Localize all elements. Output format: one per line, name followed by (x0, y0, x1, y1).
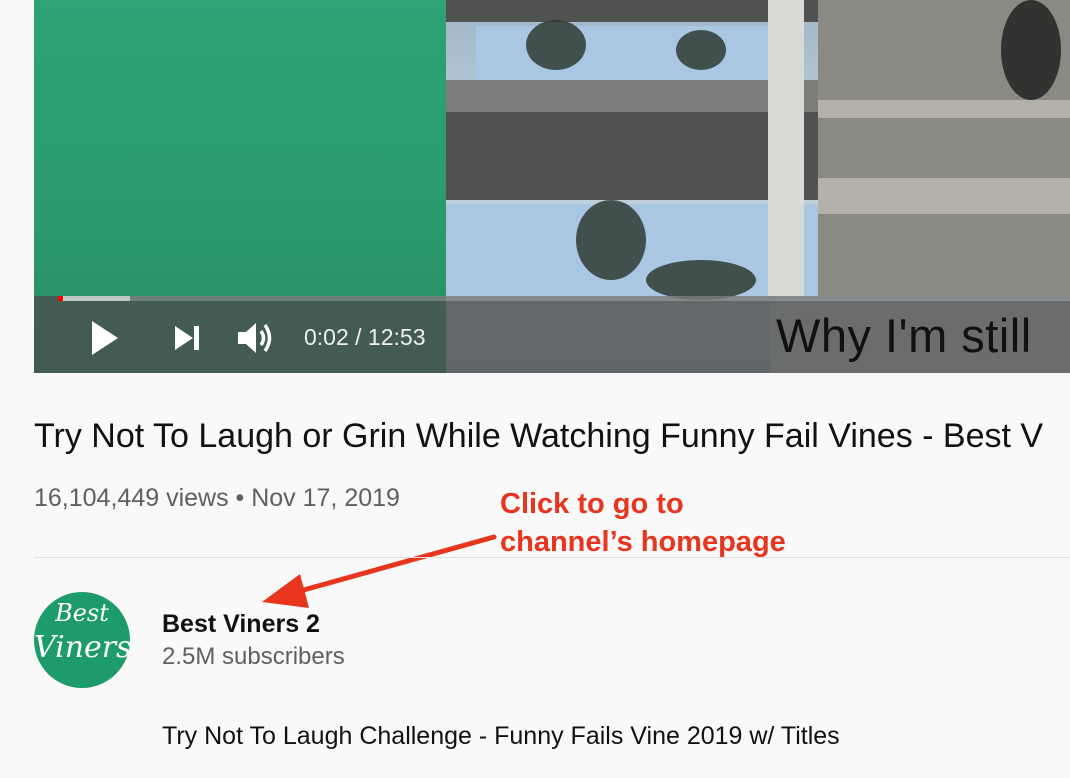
video-description: Try Not To Laugh Challenge - Funny Fails… (162, 722, 840, 750)
channel-avatar[interactable]: Best Viners (34, 592, 130, 688)
divider (34, 557, 1070, 558)
channel-name-link[interactable]: Best Viners 2 (162, 610, 320, 639)
annotation-arrow-icon (262, 534, 497, 608)
avatar-logo-text-top: Best (55, 599, 109, 627)
subscriber-count: 2.5M subscribers (162, 643, 345, 670)
avatar-logo-text-bottom: Viners (34, 630, 130, 665)
